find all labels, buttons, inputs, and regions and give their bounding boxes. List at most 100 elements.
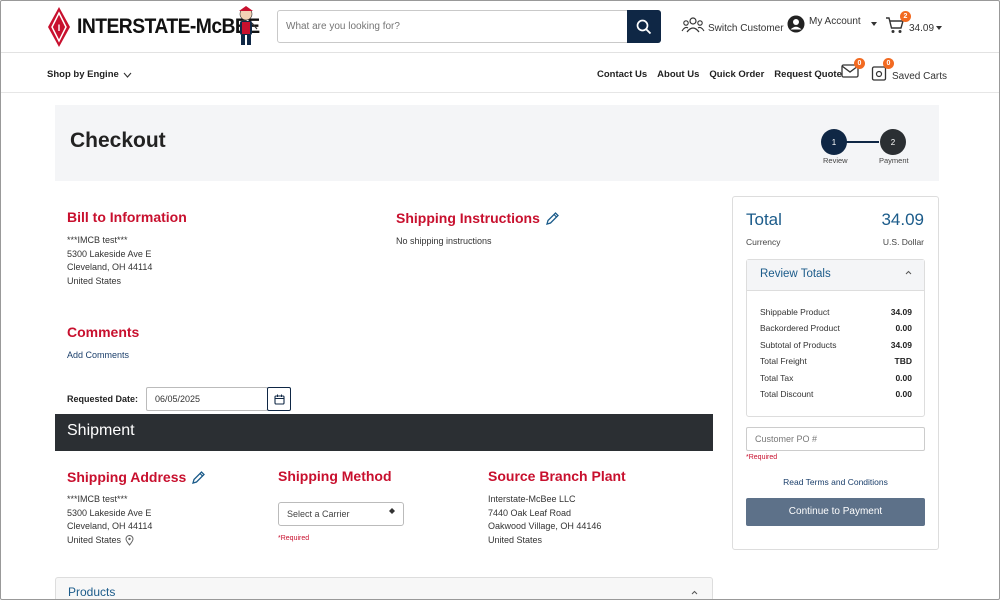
products-heading: Products: [68, 585, 116, 599]
step-payment-label: Payment: [879, 156, 909, 165]
cart-count-badge: 2: [900, 11, 911, 22]
required-note: *Required: [746, 454, 778, 461]
search-bar: [277, 10, 661, 43]
users-icon: [681, 17, 705, 33]
nav-link-request-quote[interactable]: Request Quote: [774, 69, 842, 80]
terms-link[interactable]: Read Terms and Conditions: [746, 477, 925, 487]
add-comments-link[interactable]: Add Comments: [67, 349, 129, 363]
row-value: 0.00: [895, 373, 912, 383]
requested-date-label: Requested Date:: [67, 394, 139, 404]
shipment-heading: Shipment: [55, 414, 713, 451]
shipping-instructions-text: No shipping instructions: [396, 236, 492, 246]
products-accordion[interactable]: Products: [55, 577, 713, 599]
shop-by-engine-label: Shop by Engine: [47, 69, 119, 80]
calendar-icon: [273, 394, 285, 405]
my-account-menu[interactable]: My Account: [787, 15, 877, 33]
saved-carts-count-badge: 0: [883, 58, 894, 69]
step-number: 1: [831, 137, 837, 147]
account-icon: [787, 15, 805, 33]
svg-text:I: I: [58, 23, 61, 33]
address-line: United States: [67, 275, 122, 286]
address-line: 7440 Oak Leaf Road: [488, 507, 572, 518]
shipping-instructions-title: Shipping Instructions: [396, 210, 540, 226]
shipping-address-heading: Shipping Address: [67, 469, 206, 485]
source-branch-heading: Source Branch Plant: [488, 468, 626, 484]
edit-pencil-icon[interactable]: [545, 211, 560, 226]
caret-down-icon: [936, 26, 943, 30]
row-value: 34.09: [890, 307, 912, 317]
row-label: Shippable Product: [760, 307, 830, 317]
required-note: *Required: [278, 535, 310, 542]
customer-po-input[interactable]: Customer PO #: [746, 427, 925, 451]
row-label: Total Freight: [760, 356, 807, 366]
total-row: Total Tax 0.00: [760, 373, 912, 383]
bill-to-address: ***IMCB test*** 5300 Lakeside Ave E Clev…: [67, 234, 152, 288]
source-branch-address: Interstate-McBee LLC 7440 Oak Leaf Road …: [488, 493, 601, 547]
chevron-up-icon: [905, 270, 912, 275]
currency-label: Currency: [746, 237, 781, 247]
total-row: Total Freight TBD: [760, 356, 912, 366]
diamond-logo-icon: I: [48, 7, 70, 47]
edit-pencil-icon[interactable]: [191, 470, 206, 485]
nav-link-contact-us[interactable]: Contact Us: [597, 69, 647, 80]
search-button[interactable]: [627, 10, 661, 43]
row-value: 0.00: [895, 389, 912, 399]
step-payment: 2: [880, 129, 906, 155]
row-label: Backordered Product: [760, 323, 840, 333]
bill-to-heading: Bill to Information: [67, 209, 187, 225]
requested-date-row: Requested Date: 06/05/2025: [67, 387, 292, 411]
search-icon: [636, 19, 652, 34]
map-pin-icon[interactable]: [125, 535, 134, 546]
address-line: Cleveland, OH 44114: [67, 521, 153, 532]
total-row: Subtotal of Products 34.09: [760, 340, 912, 350]
search-input[interactable]: [278, 11, 627, 42]
nav-link-about-us[interactable]: About Us: [657, 69, 699, 80]
order-summary: Total 34.09 Currency U.S. Dollar Review …: [732, 196, 939, 550]
shipping-address: ***IMCB test*** 5300 Lakeside Ave E Clev…: [67, 493, 152, 547]
total-value: 34.09: [881, 210, 924, 229]
saved-carts-label: Saved Carts: [892, 71, 948, 82]
nav-link-quick-order[interactable]: Quick Order: [709, 69, 764, 80]
address-country: United States: [67, 534, 122, 545]
cart-button[interactable]: 2 34.09: [885, 11, 943, 34]
continue-to-payment-button[interactable]: Continue to Payment: [746, 498, 925, 526]
checkout-header: Checkout 1 2 Review Payment: [55, 105, 939, 181]
address-line: United States: [488, 534, 543, 545]
total-row: Total Discount 0.00: [760, 389, 912, 399]
total-row: Shippable Product 34.09: [760, 307, 912, 317]
chevron-down-icon: [123, 72, 132, 78]
messages-button[interactable]: 0: [841, 58, 865, 78]
step-number: 2: [890, 137, 896, 147]
row-label: Subtotal of Products: [760, 340, 837, 350]
page-title: Checkout: [70, 129, 166, 152]
address-line: ***IMCB test***: [67, 235, 128, 245]
caret-down-icon: [870, 22, 877, 26]
address-line: ***IMCB test***: [67, 494, 128, 504]
saved-carts-link[interactable]: 0 Saved Carts: [871, 58, 948, 82]
step-review-label: Review: [823, 156, 848, 165]
shop-by-engine-menu[interactable]: Shop by Engine: [47, 69, 132, 80]
total-label: Total: [746, 210, 782, 229]
row-value: TBD: [894, 356, 912, 366]
currency-value: U.S. Dollar: [882, 237, 924, 247]
messages-count-badge: 0: [854, 58, 865, 69]
carrier-select[interactable]: Select a Carrier: [278, 502, 404, 526]
shipping-method-heading: Shipping Method: [278, 468, 392, 484]
review-totals-toggle[interactable]: Review Totals: [747, 260, 924, 291]
nav-bar: Shop by Engine Contact Us About Us Quick…: [1, 53, 999, 93]
my-account-label: My Account: [809, 15, 861, 27]
row-label: Total Tax: [760, 373, 794, 383]
row-label: Total Discount: [760, 389, 814, 399]
row-value: 0.00: [895, 323, 912, 333]
comments-heading: Comments: [67, 324, 140, 340]
calendar-button[interactable]: [267, 387, 292, 411]
switch-customer-link[interactable]: Switch Customer: [681, 16, 784, 34]
address-line: 5300 Lakeside Ave E: [67, 507, 152, 518]
row-value: 34.09: [890, 340, 912, 350]
address-line: 5300 Lakeside Ave E: [67, 248, 152, 259]
requested-date-input[interactable]: 06/05/2025: [146, 387, 269, 411]
address-line: Interstate-McBee LLC: [488, 494, 576, 504]
review-totals-panel: Review Totals Shippable Product 34.09 Bac…: [746, 259, 925, 417]
address-line: Oakwood Village, OH 44146: [488, 521, 602, 532]
cart-total: 34.09: [909, 22, 935, 34]
